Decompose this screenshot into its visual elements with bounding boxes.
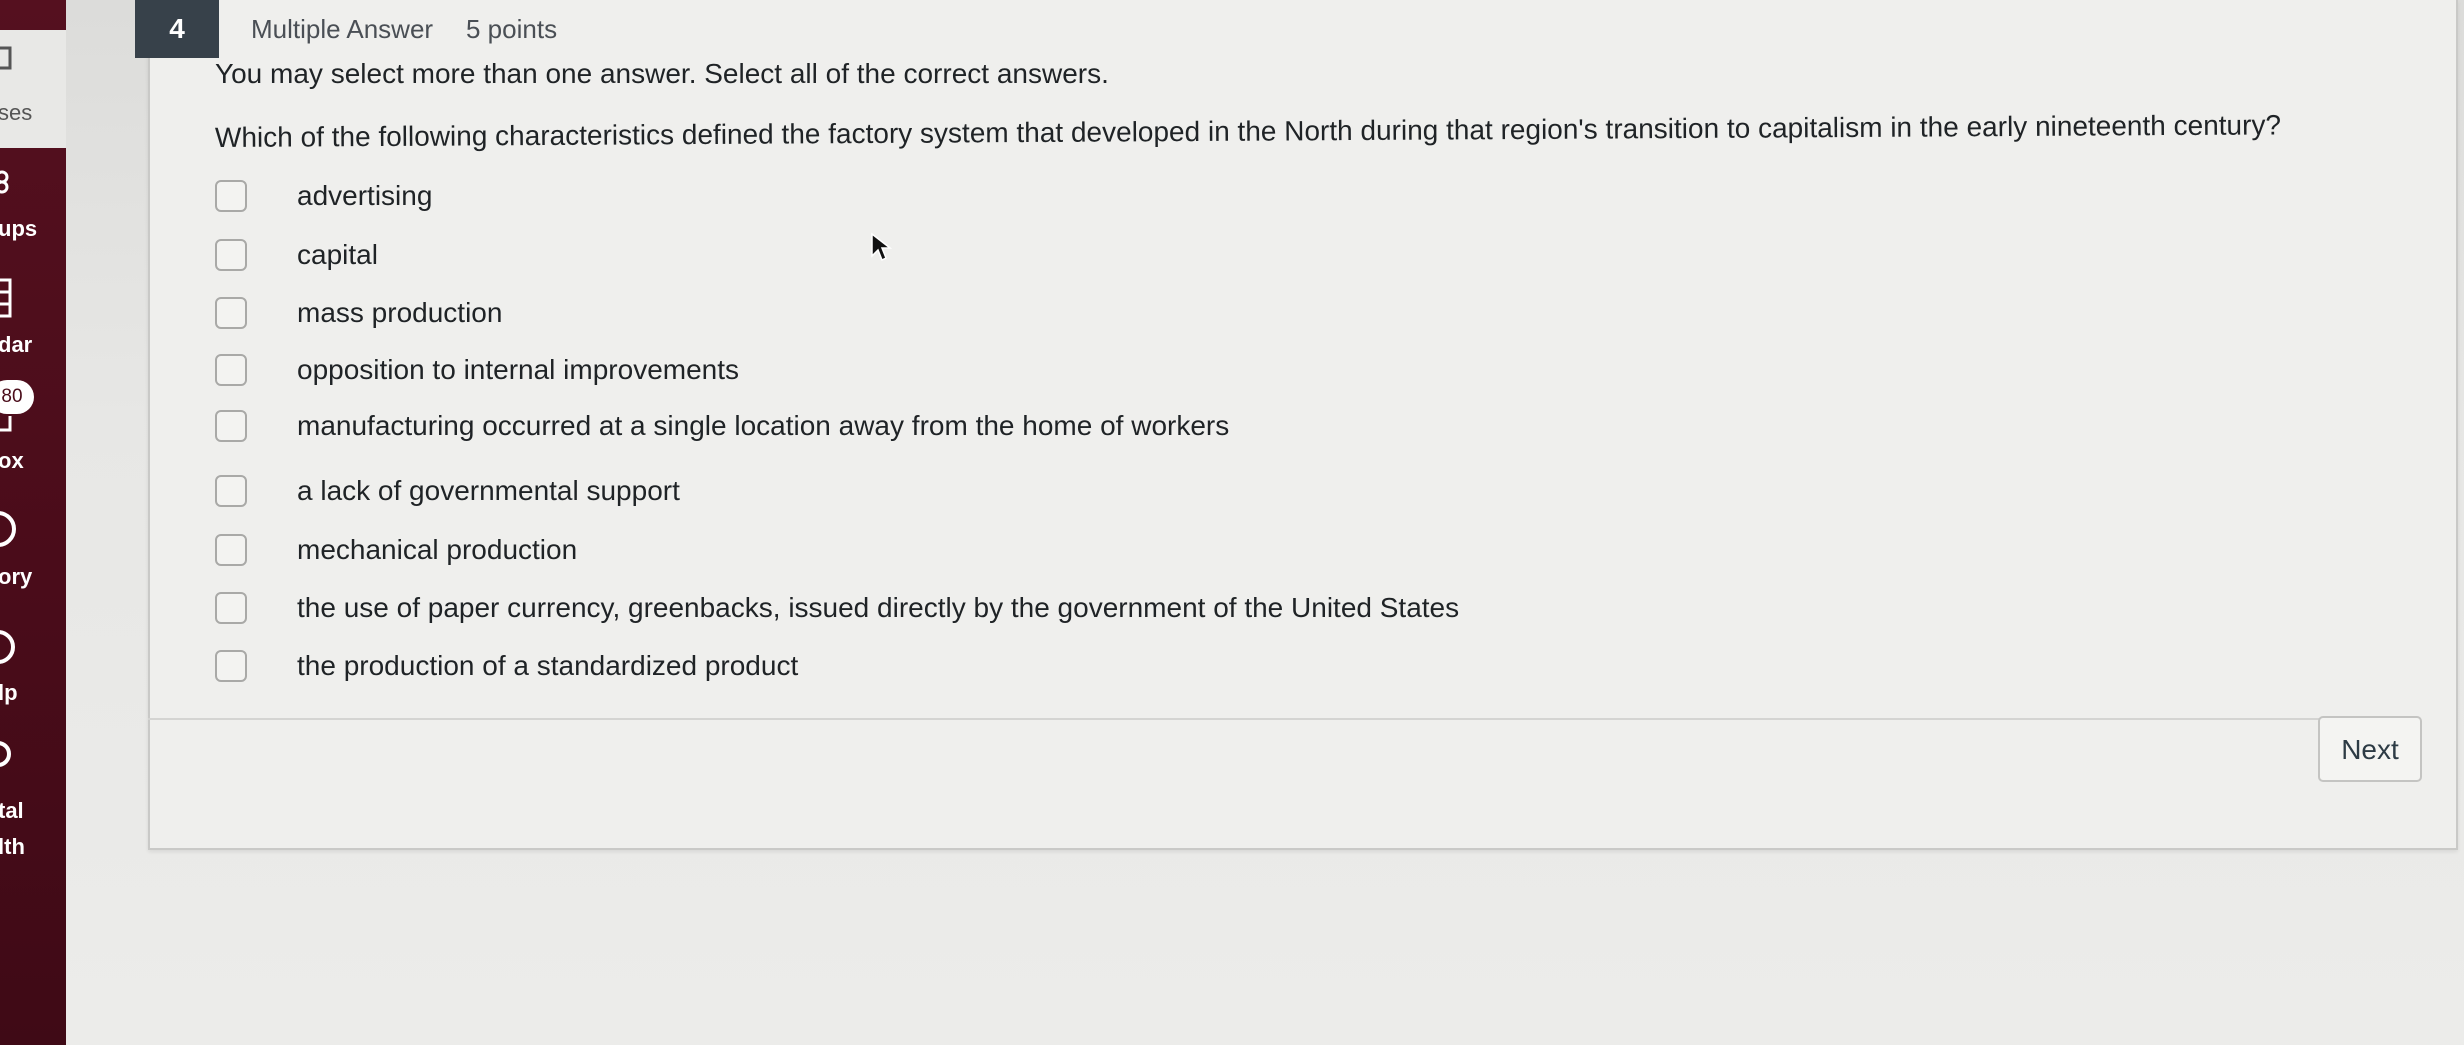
question-instructions: You may select more than one answer. Sel…	[215, 58, 1109, 89]
question-type: Multiple Answer	[251, 14, 434, 44]
nav-label-help: lp	[0, 680, 18, 705]
groups-icon	[0, 170, 9, 194]
answer-checkbox[interactable]	[215, 592, 247, 624]
nav-label-mental: tal	[0, 798, 24, 823]
answer-option[interactable]: manufacturing occurred at a single locat…	[215, 408, 1615, 448]
nav-courses-area[interactable]: ses	[0, 30, 66, 148]
answer-option[interactable]: a lack of governmental support	[215, 473, 1615, 513]
answer-checkbox[interactable]	[215, 180, 247, 212]
answer-label[interactable]: mass production	[297, 297, 502, 329]
answer-label[interactable]: mechanical production	[297, 534, 577, 566]
answer-label[interactable]: the production of a standardized product	[297, 650, 798, 682]
answer-checkbox[interactable]	[215, 410, 247, 442]
answer-checkbox[interactable]	[215, 534, 247, 566]
answer-option[interactable]: mass production	[215, 295, 1615, 335]
nav-label-inbox: ox	[0, 448, 24, 473]
mouse-cursor-icon	[871, 232, 892, 262]
mental-health-icon	[0, 741, 11, 767]
inbox-unread-badge: 80	[0, 380, 34, 414]
help-icon	[0, 630, 15, 664]
answer-option[interactable]: the production of a standardized product	[215, 648, 1615, 688]
nav-label-groups: ups	[0, 216, 38, 241]
answer-checkbox[interactable]	[215, 650, 247, 682]
inbox-icon	[0, 416, 12, 432]
nav-label-history: ory	[0, 564, 33, 589]
answer-label[interactable]: a lack of governmental support	[297, 475, 680, 507]
answer-label[interactable]: manufacturing occurred at a single locat…	[297, 410, 1229, 442]
courses-icon	[0, 46, 12, 70]
answer-option[interactable]: mechanical production	[215, 532, 1615, 572]
nav-label-calendar: dar	[0, 332, 33, 357]
answer-checkbox[interactable]	[215, 475, 247, 507]
answer-option[interactable]: opposition to internal improvements	[215, 352, 1615, 392]
question-number-badge: 4	[135, 0, 219, 58]
question-points: 5 points	[466, 14, 558, 44]
answer-label[interactable]: capital	[297, 239, 378, 271]
nav-label-health: lth	[0, 834, 25, 859]
calendar-icon	[0, 278, 12, 318]
answer-label[interactable]: opposition to internal improvements	[297, 354, 739, 386]
answer-option[interactable]: the use of paper currency, greenbacks, i…	[215, 590, 1615, 630]
next-button[interactable]: Next	[2318, 716, 2422, 782]
answer-option[interactable]: capital	[215, 237, 1615, 277]
footer-divider	[148, 718, 2398, 720]
answer-option[interactable]: advertising	[215, 178, 1615, 218]
answer-label[interactable]: the use of paper currency, greenbacks, i…	[297, 592, 1459, 624]
history-icon	[0, 511, 16, 547]
answer-checkbox[interactable]	[215, 354, 247, 386]
answer-label[interactable]: advertising	[297, 180, 432, 212]
answer-checkbox[interactable]	[215, 297, 247, 329]
answer-checkbox[interactable]	[215, 239, 247, 271]
global-nav: ses ups dar 80 ox ory lp tal lth	[0, 0, 66, 1045]
nav-label-courses: ses	[0, 100, 33, 125]
